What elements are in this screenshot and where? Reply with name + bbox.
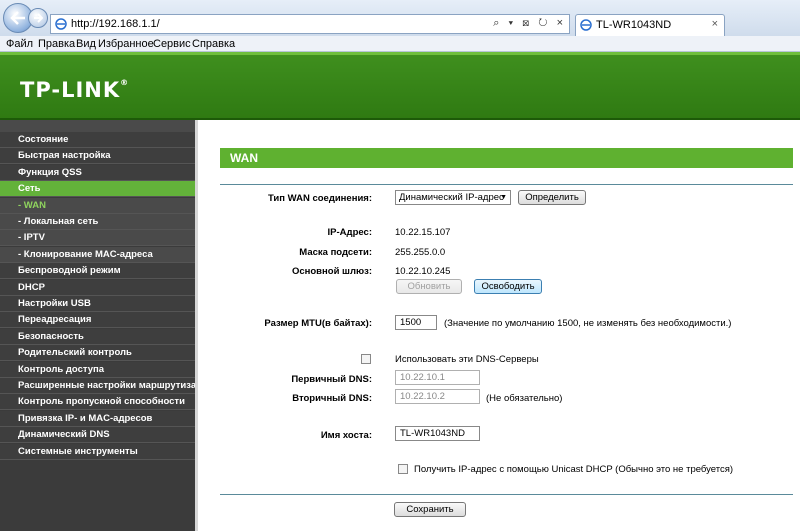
address-bar-row: http://192.168.1.1/ ⌕ ▾ ⊠ ↻ × TL-WR1043N… (0, 0, 800, 36)
sidebar-item[interactable]: Настройки USB (0, 296, 195, 312)
sidebar-item[interactable]: - Локальная сеть (0, 214, 195, 230)
ie-page-icon (55, 18, 67, 30)
ip-label: IP-Адрес: (327, 227, 372, 238)
unicast-dhcp-checkbox[interactable] (398, 464, 408, 474)
forward-arrow-icon (34, 13, 43, 23)
use-dns-checkbox[interactable] (361, 354, 371, 364)
save-button[interactable]: Сохранить (394, 502, 466, 517)
ie-tab-icon (580, 19, 592, 31)
menu-favorites[interactable]: Избранное (98, 38, 154, 50)
sidebar-item[interactable]: Переадресация (0, 312, 195, 329)
tab-title: TL-WR1043ND (596, 19, 672, 31)
sidebar-item[interactable]: Динамический DNS (0, 427, 195, 444)
sidebar-item[interactable]: - IPTV (0, 230, 195, 247)
router-header: TP-LINK® (0, 52, 800, 118)
menu-file[interactable]: Файл (6, 38, 33, 50)
sidebar-item[interactable]: Системные инструменты (0, 443, 195, 460)
gateway-value: 10.22.10.245 (395, 266, 451, 277)
address-bar-tools[interactable]: ⌕ ▾ ⊠ ↻ × (493, 17, 566, 30)
page-title: WAN (230, 151, 258, 165)
mtu-input[interactable]: 1500 (395, 315, 437, 330)
mask-label: Маска подсети: (299, 247, 372, 258)
wan-type-select[interactable]: Динамический IP-адрес ▼ (395, 190, 511, 205)
primary-dns-label: Первичный DNS: (291, 374, 372, 385)
logo-registered-mark: ® (120, 78, 130, 87)
hostname-label: Имя хоста: (320, 430, 372, 441)
menu-bar: Файл Правка Вид Избранное Сервис Справка (0, 36, 800, 52)
ip-value: 10.22.15.107 (395, 227, 451, 238)
section-title-bar: WAN (220, 148, 793, 168)
tp-link-logo: TP-LINK® (20, 78, 129, 102)
menu-view[interactable]: Вид (76, 38, 96, 50)
primary-dns-input[interactable]: 10.22.10.1 (395, 370, 480, 385)
sidebar-item[interactable]: Состояние (0, 132, 195, 148)
back-arrow-icon (10, 11, 25, 25)
sidebar-top-spacer (0, 120, 195, 132)
sidebar-item[interactable]: - Клонирование MAC-адреса (0, 246, 195, 263)
sidebar-item[interactable]: Сеть (0, 181, 195, 198)
unicast-dhcp-label: Получить IP-адрес с помощью Unicast DHCP… (414, 464, 734, 475)
wan-type-label: Тип WAN соединения: (267, 193, 372, 204)
sidebar-item[interactable]: Безопасность (0, 328, 195, 345)
menu-help[interactable]: Справка (192, 38, 235, 50)
main-content: WAN Тип WAN соединения: Динамический IP-… (195, 120, 800, 531)
sidebar-item[interactable]: Контроль пропускной способности (0, 394, 195, 411)
tab-router[interactable]: TL-WR1043ND × (575, 14, 725, 36)
sidebar-item[interactable]: - WAN (0, 197, 195, 214)
use-dns-label: Использовать эти DNS-Серверы (395, 354, 539, 365)
logo-text: TP-LINK (20, 78, 121, 102)
sidebar-item[interactable]: Контроль доступа (0, 361, 195, 378)
sidebar-item[interactable]: DHCP (0, 279, 195, 296)
detect-button[interactable]: Определить (518, 190, 586, 205)
secondary-dns-input[interactable]: 10.22.10.2 (395, 389, 480, 404)
gateway-label: Основной шлюз: (291, 266, 372, 277)
menu-edit[interactable]: Правка (38, 38, 75, 50)
divider-bottom (220, 494, 793, 495)
sidebar-item[interactable]: Расширенные настройки маршрутизации (0, 378, 195, 394)
tab-close-icon[interactable]: × (712, 18, 718, 30)
address-input[interactable]: http://192.168.1.1/ ⌕ ▾ ⊠ ↻ × (50, 14, 570, 34)
sidebar-item[interactable]: Родительский контроль (0, 345, 195, 362)
hostname-input[interactable]: TL-WR1043ND (395, 426, 480, 441)
sidebar-item[interactable]: Быстрая настройка (0, 148, 195, 165)
url-text: http://192.168.1.1/ (71, 18, 160, 30)
sidebar-item[interactable]: Беспроводной режим (0, 263, 195, 280)
divider-top (220, 184, 793, 185)
chevron-down-icon: ▼ (500, 194, 507, 201)
menu-tools[interactable]: Сервис (153, 38, 191, 50)
renew-button[interactable]: Обновить (396, 279, 462, 294)
sidebar: Состояние Быстрая настройка Функция QSS Сет… (0, 120, 195, 531)
release-button[interactable]: Освободить (474, 279, 542, 294)
sidebar-item[interactable]: Привязка IP- и MAC-адресов (0, 410, 195, 427)
secondary-dns-hint: (Не обязательно) (486, 393, 563, 404)
mask-value: 255.255.0.0 (395, 247, 446, 258)
mtu-label: Размер MTU(в байтах): (264, 318, 372, 329)
wan-type-value: Динамический IP-адрес (399, 192, 504, 203)
secondary-dns-label: Вторичный DNS: (292, 393, 372, 404)
browser-chrome: http://192.168.1.1/ ⌕ ▾ ⊠ ↻ × TL-WR1043N… (0, 0, 800, 52)
sidebar-item[interactable]: Функция QSS (0, 164, 195, 181)
forward-button[interactable] (28, 8, 48, 28)
mtu-hint: (Значение по умолчанию 1500, не изменять… (444, 318, 732, 329)
